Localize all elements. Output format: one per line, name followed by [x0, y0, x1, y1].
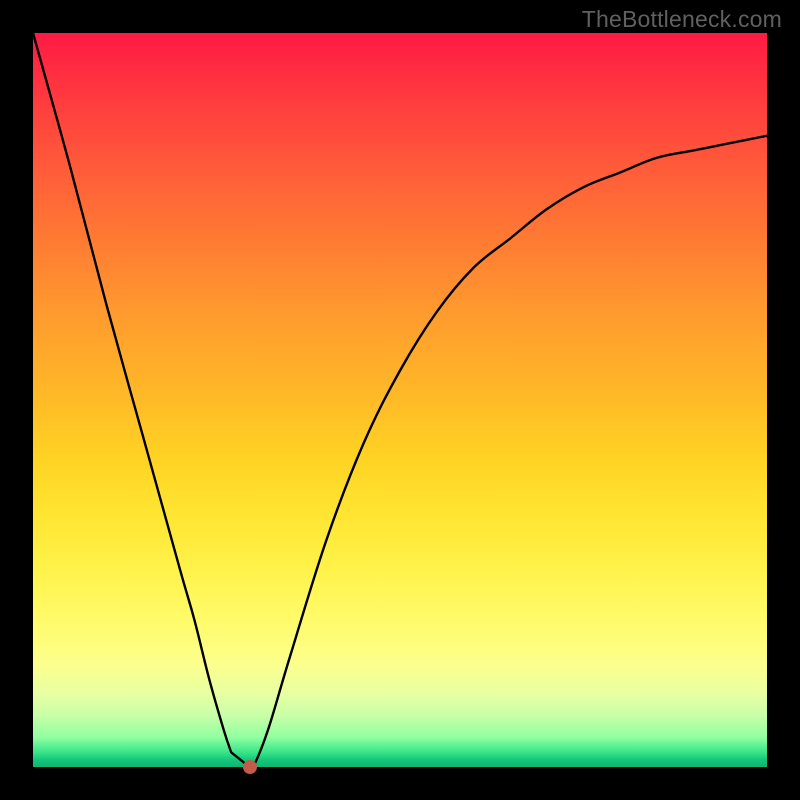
plot-area [33, 33, 767, 767]
watermark-text: TheBottleneck.com [582, 6, 782, 33]
optimal-point-marker [243, 760, 257, 774]
bottleneck-curve [33, 33, 767, 767]
chart-frame: TheBottleneck.com [0, 0, 800, 800]
